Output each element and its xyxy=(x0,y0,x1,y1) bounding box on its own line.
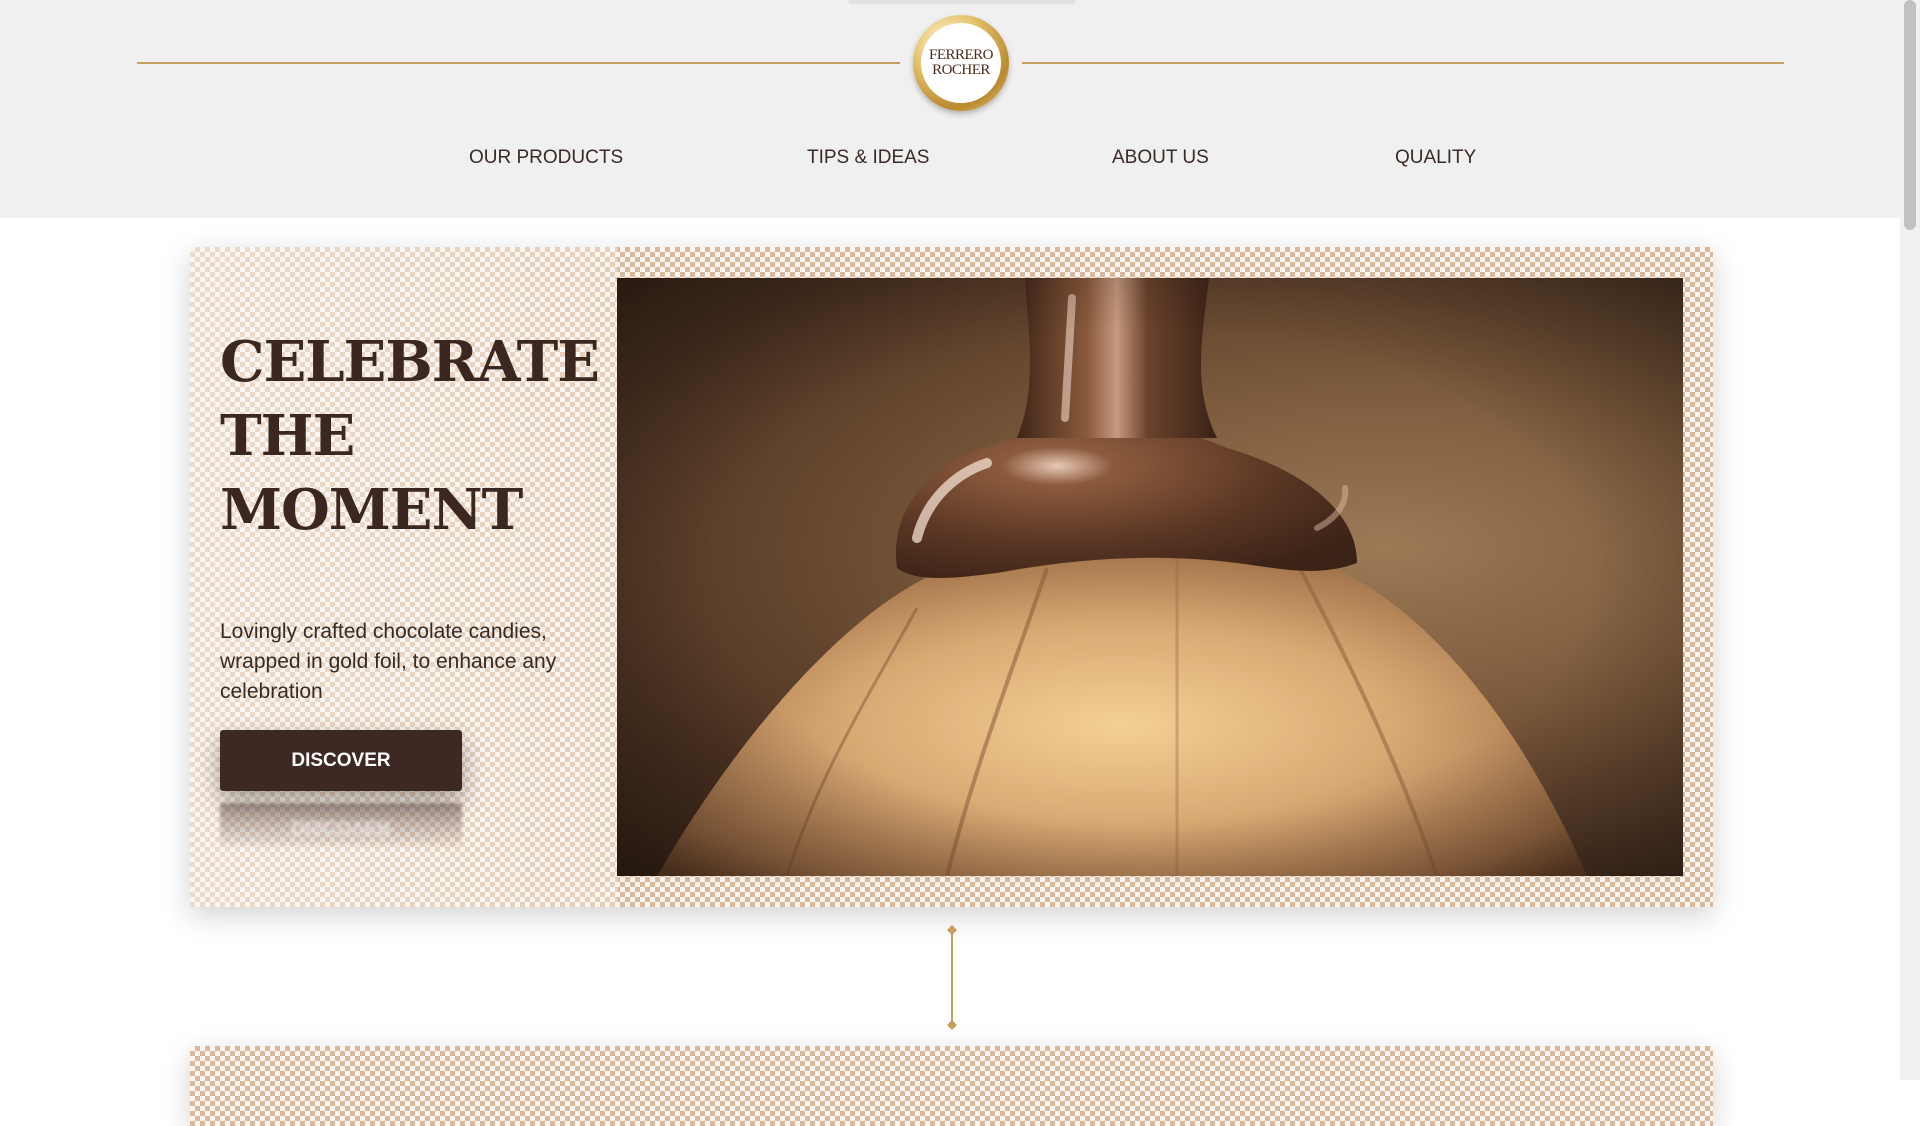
ferrero-rocher-logo[interactable]: FERRERO ROCHER xyxy=(913,15,1009,111)
section-divider xyxy=(942,925,962,1030)
scrollbar-thumb[interactable] xyxy=(1904,0,1916,230)
top-tab xyxy=(848,0,1076,4)
discover-reflection-label: DISCOVER xyxy=(291,816,391,837)
discover-button[interactable]: DISCOVER xyxy=(220,730,462,791)
hero-description: Lovingly crafted chocolate candies, wrap… xyxy=(220,620,557,703)
hero-chocolate-image xyxy=(617,278,1683,876)
header-gold-line-left xyxy=(137,62,900,64)
second-card xyxy=(190,1046,1713,1126)
logo-word-2: ROCHER xyxy=(932,62,990,78)
hero-title: CELEBRATE THE MOMENT xyxy=(220,329,600,543)
chocolate-drip-illustration xyxy=(617,278,1683,876)
site-header: FERRERO ROCHER OUR PRODUCTS TIPS & IDEAS… xyxy=(0,0,1900,218)
discover-button-reflection: DISCOVER xyxy=(220,803,462,847)
nav-item-our-products[interactable]: OUR PRODUCTS xyxy=(469,147,623,169)
nav-item-quality[interactable]: QUALITY xyxy=(1395,147,1476,169)
logo-inner: FERRERO ROCHER xyxy=(921,23,1001,103)
logo-word-1: FERRERO xyxy=(928,47,994,63)
page-scrollbar[interactable] xyxy=(1900,0,1920,1080)
nav-item-about-us[interactable]: ABOUT US xyxy=(1112,147,1209,169)
hero-card: CELEBRATE THE MOMENT Lovingly crafted ch… xyxy=(190,247,1713,907)
nav-item-tips-ideas[interactable]: TIPS & IDEAS xyxy=(807,147,929,169)
header-gold-line-right xyxy=(1022,62,1784,64)
